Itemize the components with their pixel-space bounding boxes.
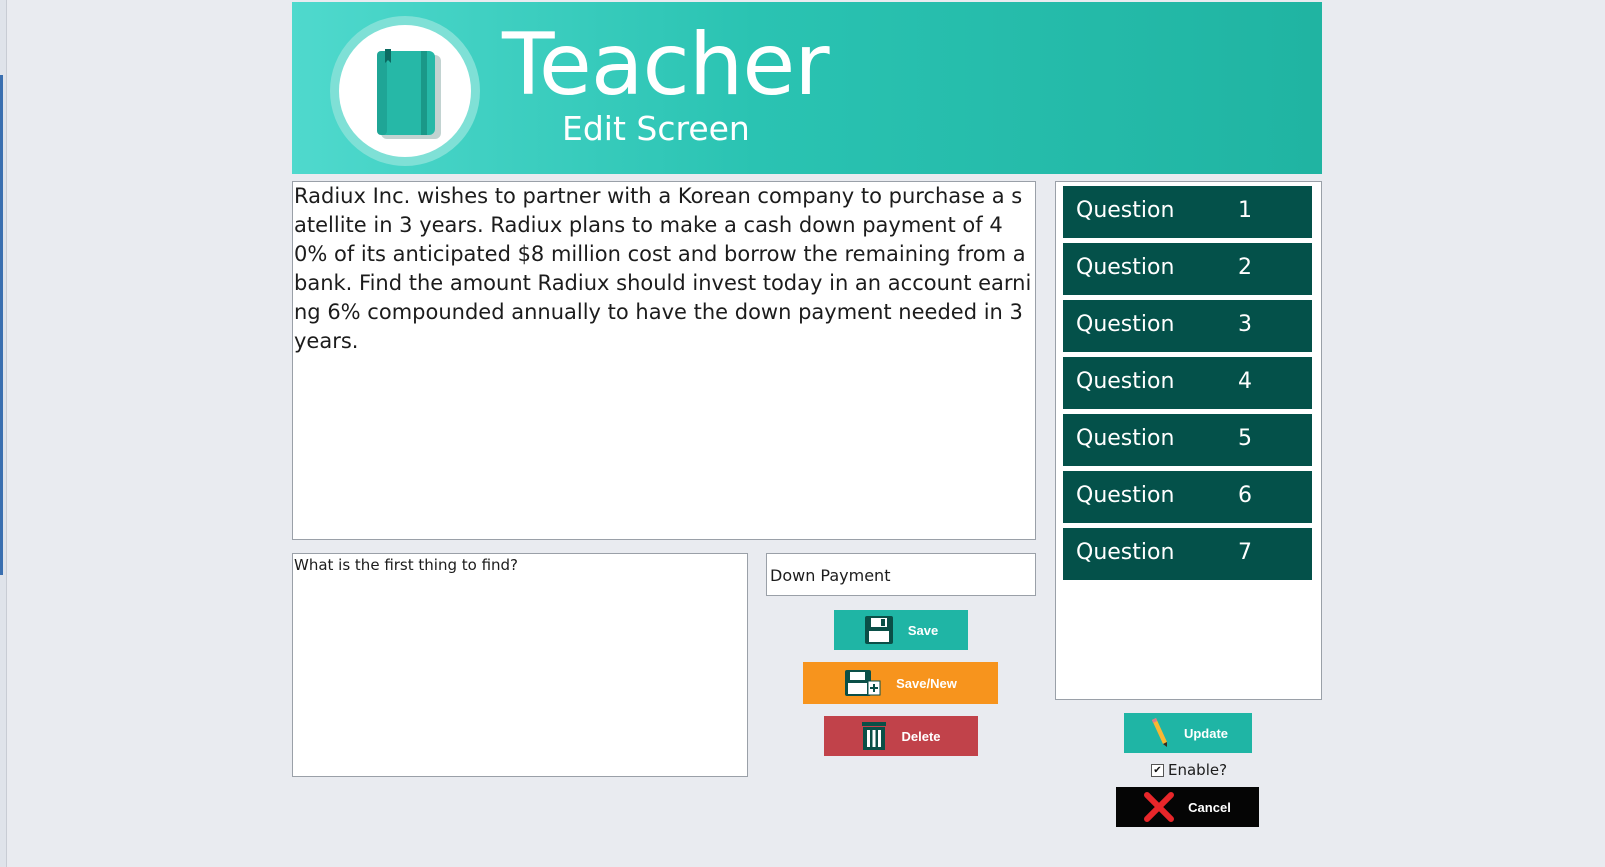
save-new-icon	[845, 670, 881, 696]
delete-button[interactable]: Delete	[824, 716, 978, 756]
cancel-button[interactable]: Cancel	[1116, 787, 1259, 827]
floppy-disk-icon	[864, 616, 893, 644]
notebook-icon	[377, 49, 441, 139]
question-number: 3	[1238, 312, 1252, 337]
question-item-3[interactable]: Question 3	[1063, 300, 1312, 352]
page-title: Teacher	[502, 15, 830, 115]
question-label: Question	[1076, 312, 1175, 337]
question-label: Question	[1076, 483, 1175, 508]
question-item-5[interactable]: Question 5	[1063, 414, 1312, 466]
answer-field[interactable]: Down Payment	[766, 553, 1036, 596]
close-icon	[1144, 792, 1175, 822]
question-label: Question	[1076, 426, 1175, 451]
question-number: 7	[1238, 540, 1252, 565]
cancel-label: Cancel	[1188, 799, 1231, 815]
page-subtitle: Edit Screen	[562, 109, 750, 148]
question-number: 2	[1238, 255, 1252, 280]
step-prompt-area[interactable]: What is the first thing to find?	[292, 553, 748, 777]
edge-highlight	[0, 75, 3, 575]
question-item-2[interactable]: Question 2	[1063, 243, 1312, 295]
save-new-button[interactable]: Save/New	[803, 662, 998, 704]
question-label: Question	[1076, 540, 1175, 565]
update-button[interactable]: Update	[1124, 713, 1252, 753]
question-item-7[interactable]: Question 7	[1063, 528, 1312, 580]
question-label: Question	[1076, 198, 1175, 223]
question-number: 6	[1238, 483, 1252, 508]
question-list: Question 1 Question 2 Question 3 Questio…	[1055, 181, 1322, 700]
question-number: 1	[1238, 198, 1252, 223]
delete-label: Delete	[901, 728, 941, 744]
window-edge	[0, 0, 7, 867]
update-label: Update	[1183, 725, 1229, 741]
question-number: 4	[1238, 369, 1252, 394]
save-new-label: Save/New	[896, 675, 957, 691]
question-label: Question	[1076, 369, 1175, 394]
enable-toggle[interactable]: ✔ Enable?	[1151, 760, 1227, 780]
question-item-6[interactable]: Question 6	[1063, 471, 1312, 523]
enable-label: Enable?	[1168, 761, 1228, 779]
save-button[interactable]: Save	[834, 610, 968, 650]
trash-icon	[862, 722, 887, 750]
header-banner: Teacher Edit Screen	[292, 2, 1322, 174]
save-label: Save	[907, 622, 939, 638]
question-label: Question	[1076, 255, 1175, 280]
question-text-area[interactable]: Radiux Inc. wishes to partner with a Kor…	[292, 181, 1036, 540]
pencil-icon	[1151, 718, 1167, 747]
question-number: 5	[1238, 426, 1252, 451]
enable-checkbox[interactable]: ✔	[1151, 763, 1164, 777]
question-item-1[interactable]: Question 1	[1063, 186, 1312, 238]
question-item-4[interactable]: Question 4	[1063, 357, 1312, 409]
logo-circle	[330, 16, 480, 166]
